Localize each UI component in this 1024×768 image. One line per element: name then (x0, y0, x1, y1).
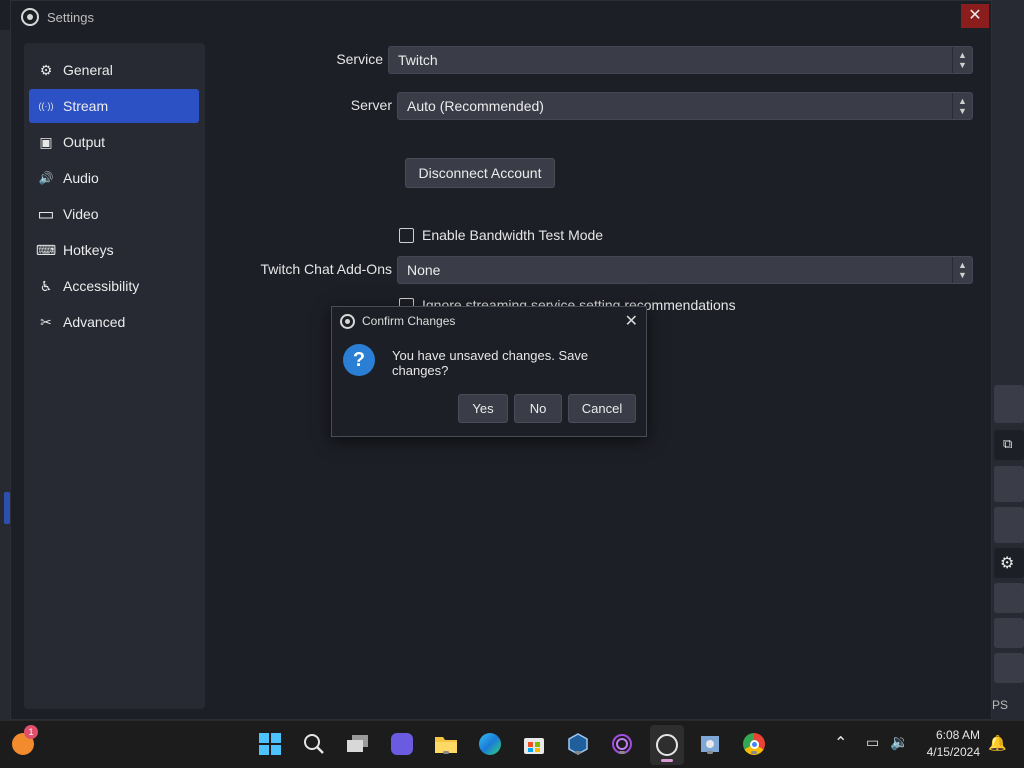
search-icon[interactable] (301, 731, 327, 757)
clock-date: 4/15/2024 (926, 745, 980, 759)
chevron-updown-icon: ▲ ▼ (952, 47, 972, 73)
sidebar-item-hotkeys[interactable]: ⌨ Hotkeys (29, 233, 199, 267)
tools-icon: ✂ (40, 313, 52, 330)
chat-addons-value: None (407, 262, 441, 278)
sidebar-item-label: Hotkeys (63, 242, 114, 258)
clock[interactable]: 6:08 AM 4/15/2024 (920, 728, 980, 759)
settings-sidebar: ⚙ General ((·)) Stream ▣ Output 🔊 Audio … (24, 43, 205, 709)
yes-button[interactable]: Yes (458, 394, 508, 423)
chevron-updown-icon: ▲ ▼ (952, 257, 972, 283)
bandwidth-test-checkbox[interactable] (399, 227, 414, 243)
sidebar-item-label: Output (63, 134, 106, 150)
background-panel (994, 385, 1024, 423)
confirm-changes-dialog: Confirm Changes ✕ ? You have unsaved cha… (331, 306, 647, 437)
sidebar-item-label: Audio (63, 170, 99, 186)
virtualbox-icon[interactable] (565, 731, 591, 757)
store-icon[interactable] (521, 731, 547, 757)
teams-icon[interactable] (389, 731, 415, 757)
service-select[interactable]: Twitch ▲ ▼ (388, 46, 973, 74)
window-title: Settings (47, 9, 94, 25)
notification-badge: 1 (24, 725, 38, 739)
bandwidth-test-row[interactable]: Enable Bandwidth Test Mode (399, 227, 603, 243)
popout-icon[interactable]: ⧉ (1003, 436, 1012, 452)
sidebar-item-label: General (63, 62, 113, 78)
background-button[interactable] (994, 618, 1024, 648)
task-view-icon[interactable] (345, 731, 371, 757)
network-icon[interactable]: ▭ (866, 734, 879, 751)
background-panel: ⚙ (994, 548, 1024, 578)
background-button[interactable] (994, 583, 1024, 613)
server-label: Server (350, 97, 392, 113)
clock-time: 6:08 AM (935, 728, 980, 742)
volume-icon[interactable]: 🔉 (890, 733, 909, 751)
sidebar-item-label: Video (63, 206, 99, 222)
background-window-left (0, 30, 10, 720)
background-button[interactable] (994, 507, 1024, 543)
chat-addons-label: Twitch Chat Add-Ons (260, 261, 392, 277)
chevron-up-icon[interactable]: ⌃ (834, 733, 847, 753)
sidebar-item-label: Advanced (63, 314, 126, 330)
sidebar-item-output[interactable]: ▣ Output (29, 125, 199, 159)
gear-icon: ⚙ (39, 61, 53, 78)
taskbar: 1 ⌃ ▭ 🔉 6:08 AM 4/15/2024 🔔 (0, 720, 1024, 768)
keyboard-icon: ⌨ (35, 241, 57, 258)
obs-logo-icon (340, 313, 355, 329)
sidebar-item-video[interactable]: ▭ Video (29, 197, 199, 231)
dialog-title-bar: Confirm Changes (332, 307, 646, 335)
antenna-icon: ((·)) (38, 101, 54, 111)
accessibility-icon: ♿ (39, 277, 53, 294)
bandwidth-test-label: Enable Bandwidth Test Mode (422, 227, 604, 243)
service-value: Twitch (398, 52, 438, 68)
background-panel: ⧉ (994, 430, 1024, 460)
sidebar-item-advanced[interactable]: ✂ Advanced (29, 305, 199, 339)
sidebar-item-label: Stream (63, 98, 109, 114)
dialog-message: You have unsaved changes. Save changes? (392, 348, 589, 378)
disconnect-account-button[interactable]: Disconnect Account (405, 158, 555, 188)
output-icon: ▣ (39, 133, 53, 150)
dialog-title: Confirm Changes (362, 314, 456, 328)
chat-addons-select[interactable]: None ▲ ▼ (397, 256, 973, 284)
background-button[interactable] (994, 466, 1024, 502)
close-icon[interactable]: ✕ (961, 4, 989, 28)
no-button[interactable]: No (514, 394, 562, 423)
server-select[interactable]: Auto (Recommended) ▲ ▼ (397, 92, 973, 120)
chevron-updown-icon: ▲ ▼ (952, 93, 972, 119)
widgets-icon[interactable]: 1 (10, 725, 38, 757)
gear-icon[interactable]: ⚙ (1000, 553, 1014, 573)
sidebar-item-label: Accessibility (63, 278, 140, 294)
service-label: Service (336, 51, 383, 67)
background-button[interactable] (994, 653, 1024, 683)
obs-logo-icon (21, 8, 39, 26)
speaker-icon: 🔊 (38, 171, 54, 185)
obs-taskbar-icon[interactable] (650, 725, 684, 765)
fps-status-fragment: PS (992, 698, 1009, 712)
close-icon[interactable]: ✕ (625, 311, 638, 331)
edge-icon[interactable] (477, 731, 503, 757)
chrome-icon[interactable] (741, 731, 767, 757)
sidebar-item-stream[interactable]: ((·)) Stream (29, 89, 199, 123)
sidebar-item-accessibility[interactable]: ♿ Accessibility (29, 269, 199, 303)
monitor-icon: ▭ (37, 203, 55, 224)
control-panel-icon[interactable] (697, 731, 723, 757)
start-icon[interactable] (257, 731, 283, 757)
title-bar: Settings ✕ (11, 1, 991, 33)
sidebar-item-general[interactable]: ⚙ General (29, 53, 199, 87)
spiral-app-icon[interactable] (609, 731, 635, 757)
sidebar-item-audio[interactable]: 🔊 Audio (29, 161, 199, 195)
background-window-right: ⧉ ⚙ PS (992, 0, 1024, 720)
cancel-button[interactable]: Cancel (568, 394, 636, 423)
bell-icon[interactable]: 🔔 (988, 734, 1007, 752)
server-value: Auto (Recommended) (407, 98, 544, 114)
question-icon: ? (343, 344, 375, 376)
file-explorer-icon[interactable] (433, 731, 459, 757)
